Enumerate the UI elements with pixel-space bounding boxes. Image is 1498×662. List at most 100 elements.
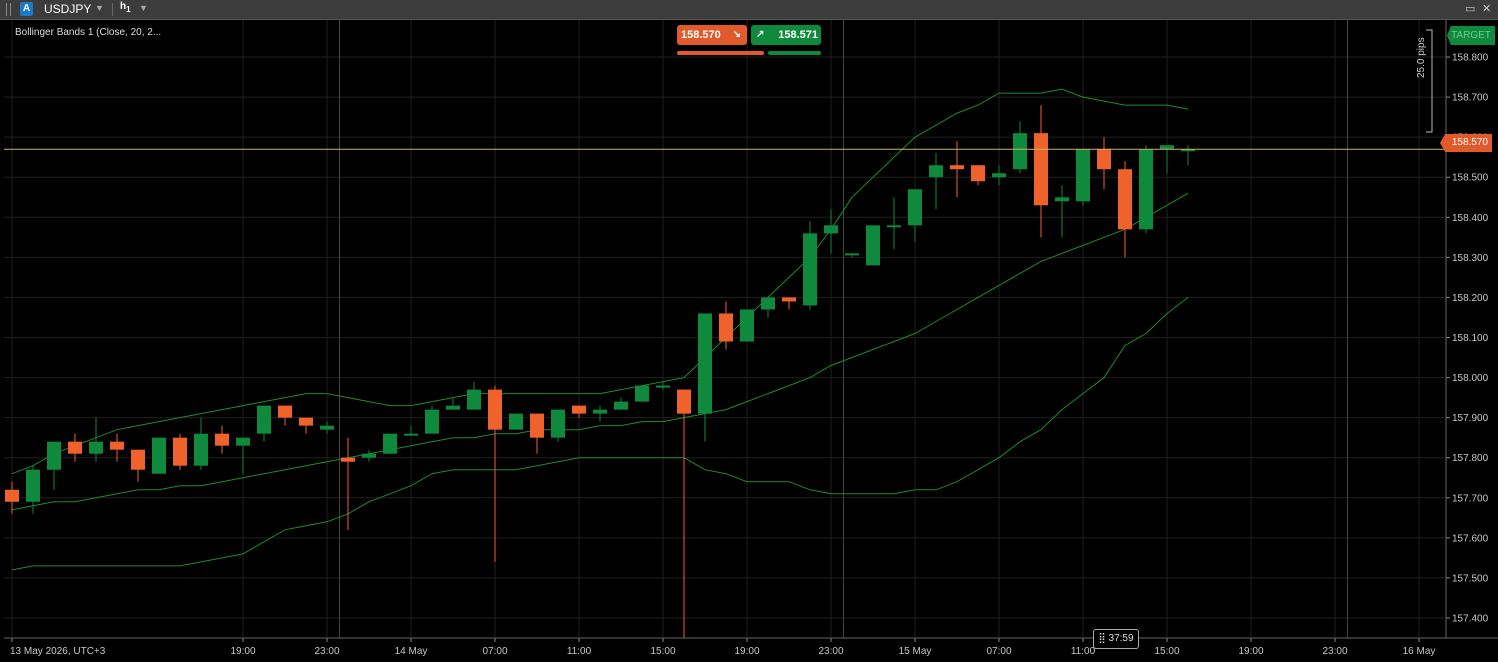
candle-body-up — [887, 225, 901, 228]
arrow-down-right-icon: ↘ — [732, 29, 741, 40]
candle-body-up — [89, 441, 103, 454]
candle-body-up — [26, 469, 40, 502]
y-tick-label: 158.000 — [1452, 373, 1489, 384]
candle-body-up — [740, 309, 754, 342]
candle-body-up — [446, 405, 460, 410]
close-icon[interactable]: ✕ — [1482, 2, 1491, 15]
y-tick-label: 158.500 — [1452, 173, 1489, 184]
candle-body-down — [173, 437, 187, 466]
candle-body-down — [5, 489, 19, 502]
restore-window-icon[interactable]: ▭ — [1465, 2, 1475, 15]
candle-body-up — [593, 409, 607, 414]
candle-body-up — [47, 441, 61, 470]
account-badge[interactable]: A — [20, 2, 33, 16]
candle-body-up — [803, 233, 817, 306]
candle-body-up — [1055, 197, 1069, 202]
candle-body-up — [467, 389, 481, 410]
candle-body-down — [341, 457, 355, 462]
y-tick-label: 158.100 — [1452, 333, 1489, 344]
indicator-label[interactable]: Bollinger Bands 1 (Close, 20, 2... — [15, 27, 161, 38]
buy-price: 158.571 — [778, 29, 818, 41]
candle-body-up — [320, 425, 334, 430]
x-tick-label: 14 May — [395, 646, 428, 657]
candle-body-up — [404, 433, 418, 436]
candle-body-up — [866, 225, 880, 266]
candle-body-up — [845, 253, 859, 256]
candle-body-up — [1160, 145, 1174, 150]
y-tick-label: 158.200 — [1452, 293, 1489, 304]
candle-body-up — [1076, 149, 1090, 202]
candle-body-up — [425, 409, 439, 434]
candle-body-up — [635, 385, 649, 402]
toolbar-divider — [112, 3, 113, 16]
candle-body-down — [1118, 169, 1132, 230]
target-tag[interactable]: TARGET — [1447, 26, 1495, 45]
candle-body-up — [362, 453, 376, 458]
y-tick-label: 157.600 — [1452, 533, 1489, 544]
pips-distance-label: 25.0 pips — [1416, 37, 1427, 78]
x-tick-label: 07:00 — [986, 646, 1011, 657]
timeframe-selector[interactable]: h1 — [120, 1, 131, 14]
x-tick-label: 23:00 — [314, 646, 339, 657]
timeframe-dropdown-icon[interactable]: ▼ — [139, 3, 148, 13]
chart-title-bar: A USDJPY ▼ h1 ▼ ▭ ✕ — [0, 0, 1498, 20]
drag-handle-icon[interactable] — [6, 3, 11, 16]
x-tick-label: 23:00 — [1322, 646, 1347, 657]
candle-body-up — [152, 437, 166, 474]
candle-body-up — [824, 225, 838, 234]
y-tick-label: 157.500 — [1452, 573, 1489, 584]
candle-body-down — [677, 389, 691, 414]
y-tick-label: 157.700 — [1452, 493, 1489, 504]
y-tick-label: 157.400 — [1452, 613, 1489, 624]
candle-body-down — [782, 297, 796, 302]
x-tick-label: 19:00 — [734, 646, 759, 657]
buy-button[interactable]: ↗ 158.571 — [751, 25, 821, 45]
symbol-selector[interactable]: USDJPY — [44, 2, 91, 16]
candle-body-up — [1139, 149, 1153, 230]
candle-body-down — [278, 405, 292, 418]
y-tick-label: 158.800 — [1452, 53, 1489, 64]
candle-body-down — [1097, 149, 1111, 170]
candle-body-down — [299, 417, 313, 426]
candle-body-up — [194, 433, 208, 466]
candle-timer: ⣿ 37:59 — [1093, 629, 1139, 649]
candle-body-down — [719, 313, 733, 342]
y-tick-label: 158.300 — [1452, 253, 1489, 264]
x-tick-label: 11:00 — [1071, 646, 1096, 657]
current-price-tag: 158.570 — [1440, 134, 1492, 152]
price-chart[interactable]: 157.400 157.500 157.600 157.700 157.800 157.9… — [4, 20, 1498, 662]
x-tick-label: 13 May 2026, UTC+3 — [10, 646, 106, 657]
x-tick-label: 15:00 — [650, 646, 675, 657]
candle-body-down — [950, 165, 964, 170]
candle-body-down — [488, 389, 502, 430]
candle-body-down — [530, 413, 544, 438]
buy-volume-bar — [768, 51, 821, 55]
candle-body-up — [509, 413, 523, 430]
candle-body-down — [971, 165, 985, 182]
x-tick-label: 11:00 — [567, 646, 592, 657]
x-tick-label: 23:00 — [818, 646, 843, 657]
candle-body-up — [1013, 133, 1027, 170]
candle-body-up — [614, 401, 628, 410]
chart-area[interactable]: 157.400 157.500 157.600 157.700 157.800 157.9… — [4, 20, 1498, 662]
candle-body-up — [761, 297, 775, 310]
candle-body-down — [110, 441, 124, 450]
timer-text: 37:59 — [1108, 633, 1134, 644]
sell-volume-bar — [677, 51, 764, 55]
y-tick-label: 157.900 — [1452, 413, 1489, 424]
y-tick-label: 158.400 — [1452, 213, 1489, 224]
candle-body-up — [698, 313, 712, 414]
candle-body-up — [257, 405, 271, 434]
arrow-up-right-icon: ↗ — [756, 29, 765, 40]
candle-body-up — [929, 165, 943, 178]
x-tick-label: 07:00 — [482, 646, 507, 657]
candle-body-up — [551, 409, 565, 438]
sell-button[interactable]: 158.570 ↘ — [677, 25, 747, 45]
y-tick-label: 158.700 — [1452, 93, 1489, 104]
candle-body-down — [572, 405, 586, 414]
candle-body-down — [1034, 133, 1048, 206]
x-tick-label: 15:00 — [1154, 646, 1179, 657]
sell-price: 158.570 — [681, 29, 721, 41]
candle-body-down — [131, 449, 145, 470]
symbol-dropdown-icon[interactable]: ▼ — [95, 3, 104, 13]
